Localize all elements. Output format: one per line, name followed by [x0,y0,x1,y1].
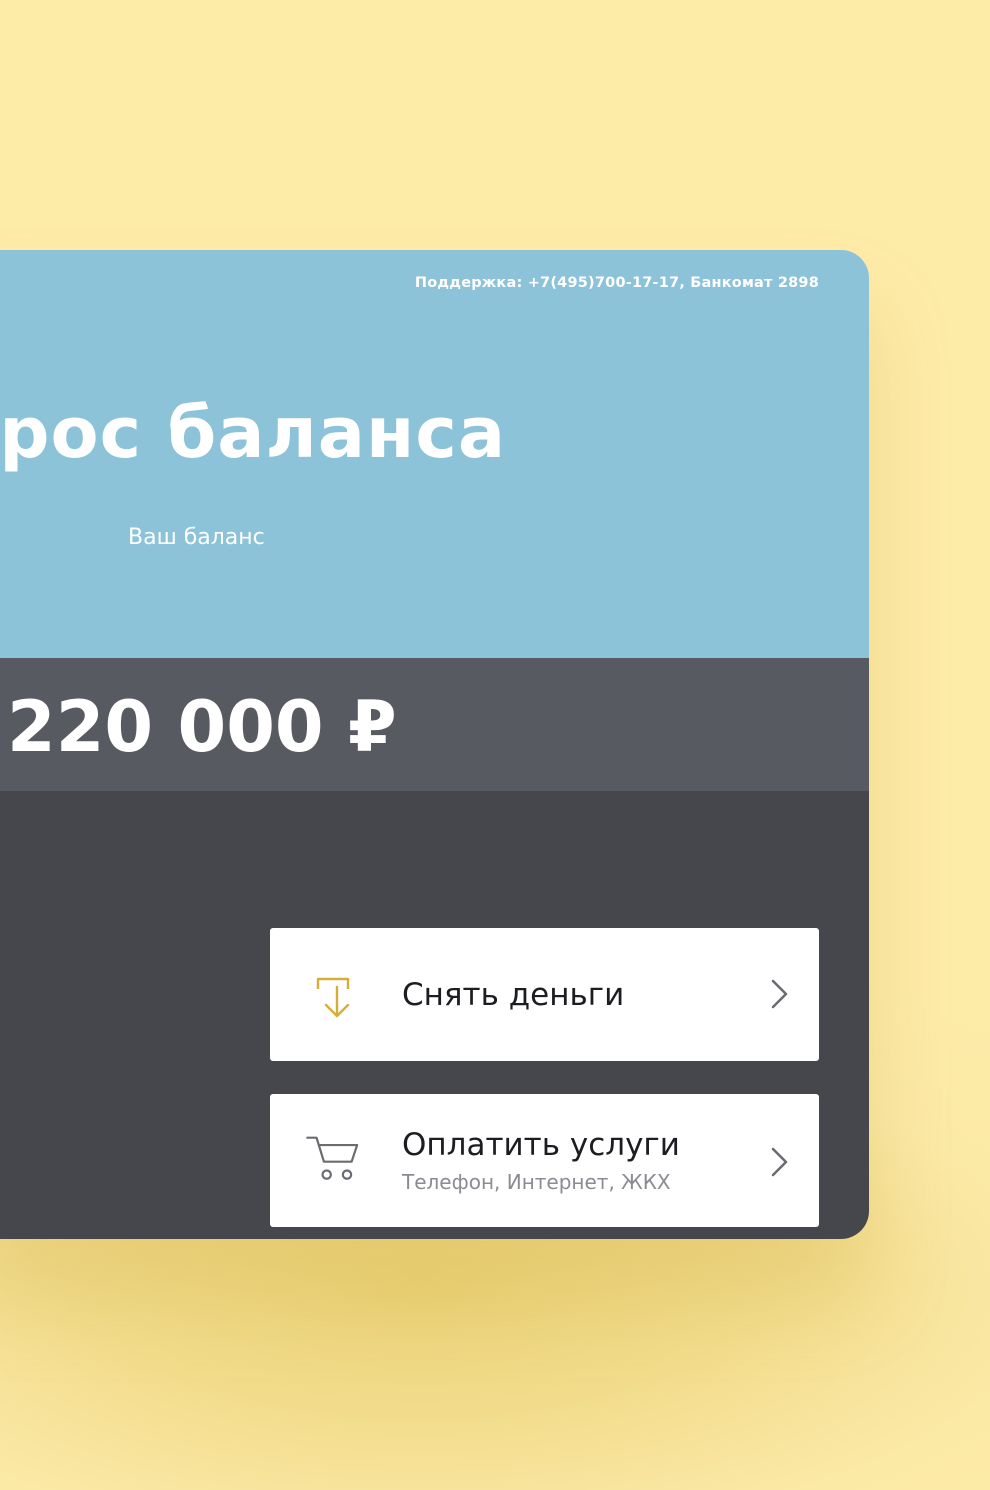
pay-services-subtitle: Телефон, Интернет, ЖКХ [402,1170,671,1194]
pay-services-label: Оплатить услуги [402,1127,680,1163]
withdraw-money-button[interactable]: Снять деньги [270,928,819,1061]
withdraw-money-label: Снять деньги [402,977,625,1013]
balance-label: Ваш баланс [128,525,265,550]
actions-area: Снять деньги Оплатить услуги Телефон, Ин… [0,791,869,1239]
download-tray-icon [316,977,350,1018]
chevron-right-icon [771,979,788,1009]
balance-band: 220 000 ₽ [0,658,869,791]
support-info: Поддержка: +7(495)700-17-17, Банкомат 28… [414,275,819,291]
cart-icon [306,1136,359,1180]
pay-services-button[interactable]: Оплатить услуги Телефон, Интернет, ЖКХ [270,1094,819,1227]
header-area: Поддержка: +7(495)700-17-17, Банкомат 28… [0,250,869,658]
atm-screen: Поддержка: +7(495)700-17-17, Банкомат 28… [0,250,869,1239]
balance-amount: 220 000 ₽ [7,686,397,768]
chevron-right-icon [771,1147,788,1177]
page-title: прос баланса [0,392,507,474]
